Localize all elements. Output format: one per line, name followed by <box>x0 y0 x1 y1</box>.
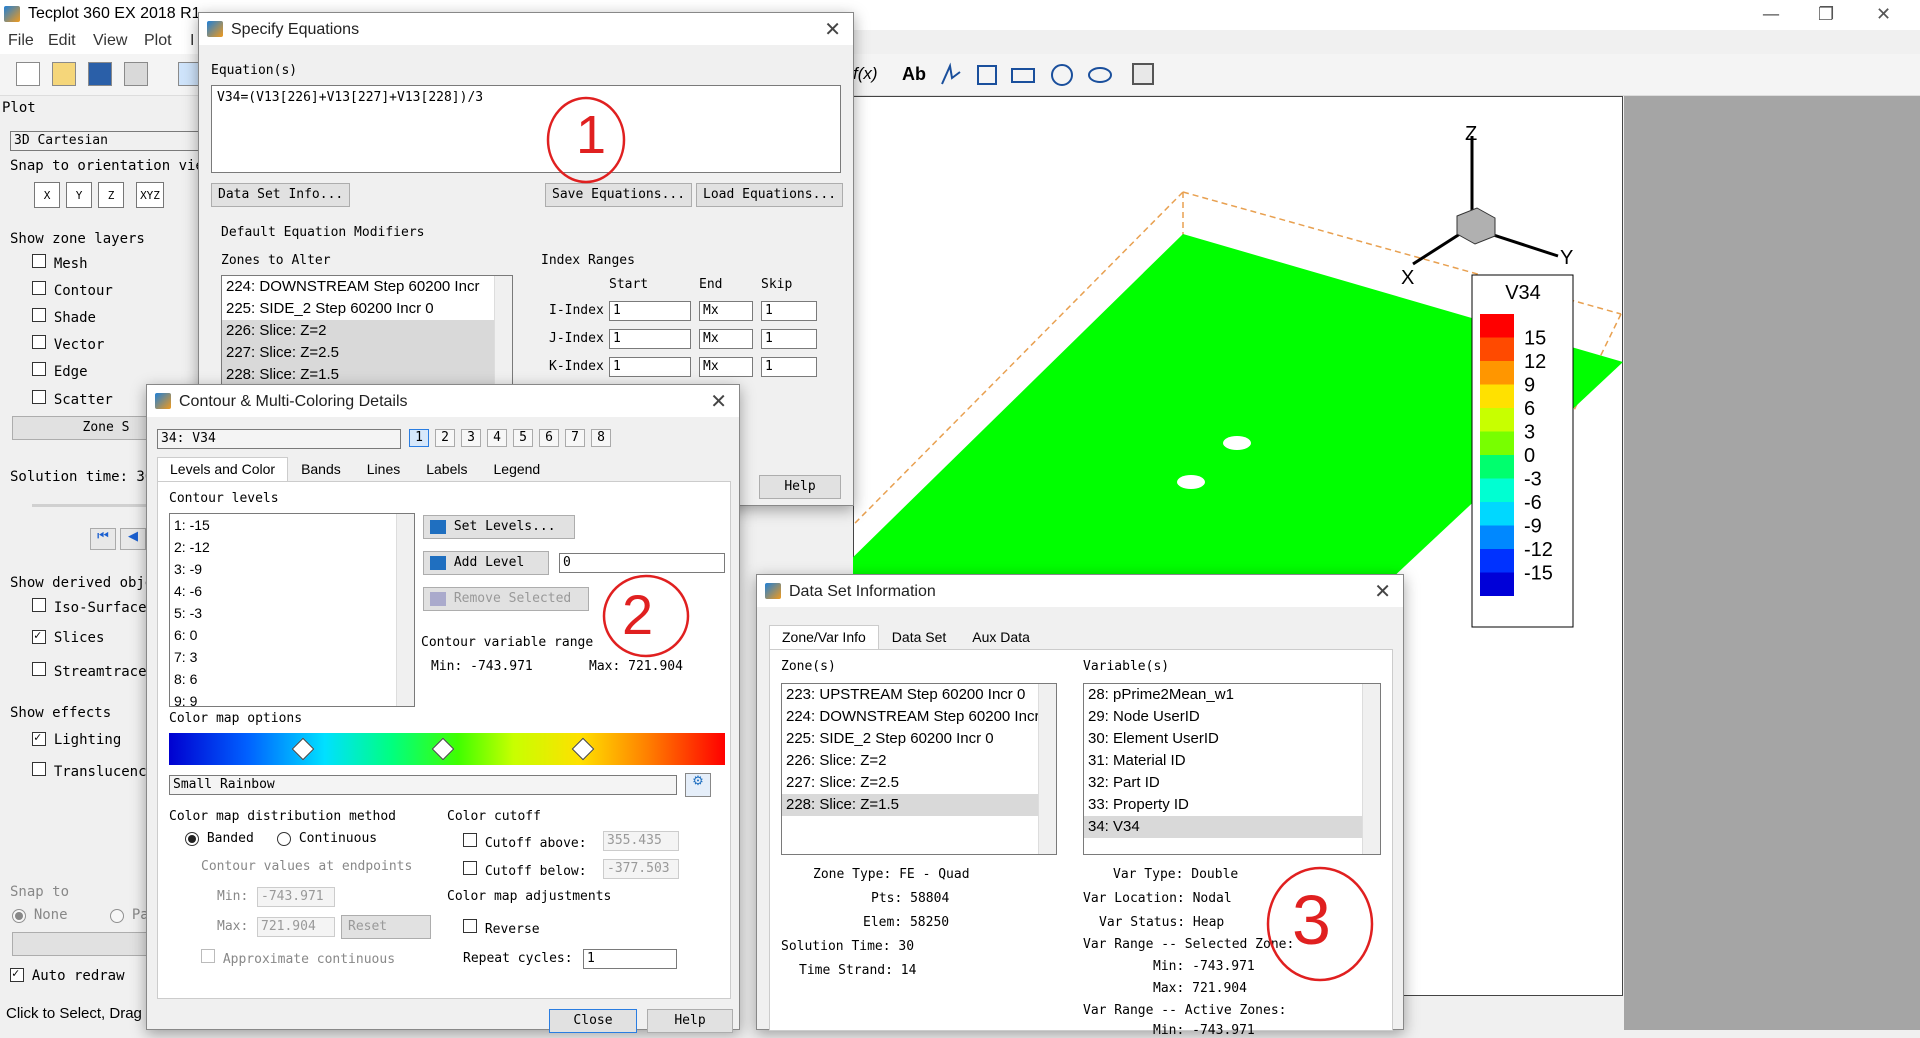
annotation-layer <box>546 96 1374 982</box>
annotation-number-3: 3 <box>1292 881 1331 959</box>
annotation-number-2: 2 <box>622 583 654 646</box>
annotation-number-1: 1 <box>576 105 607 165</box>
